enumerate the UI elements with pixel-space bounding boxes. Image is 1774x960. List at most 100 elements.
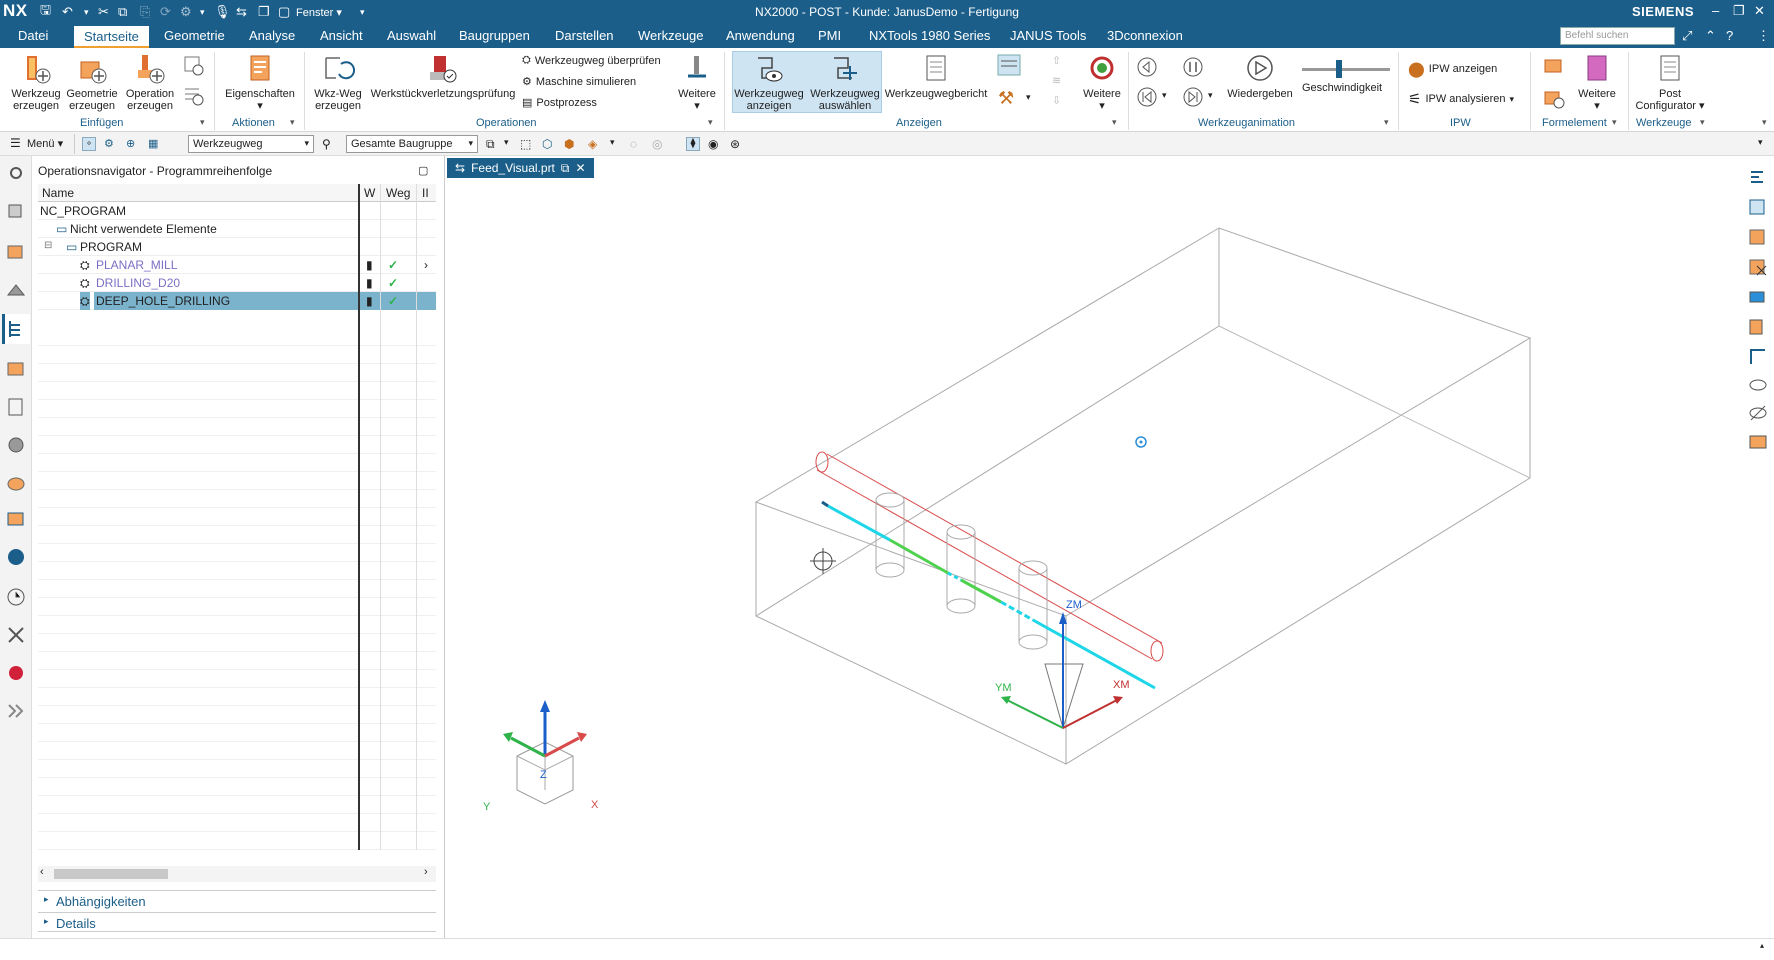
- werkzeugweg-anzeigen-button[interactable]: Werkzeugweg anzeigen: [732, 52, 806, 112]
- group-animation-expand-icon[interactable]: ▾: [1384, 117, 1389, 128]
- go-to-start-dropdown-icon[interactable]: ▾: [1162, 90, 1167, 101]
- menu-button[interactable]: Menü ▾: [27, 137, 63, 150]
- tree-row-unused[interactable]: ▭ Nicht verwendete Elemente: [38, 220, 436, 238]
- tab-baugruppen[interactable]: Baugruppen: [459, 28, 530, 43]
- werkstueckverletzung-button[interactable]: Werkstückverletzungsprüfung: [368, 52, 518, 100]
- ipw-anzeigen-button[interactable]: ⬤ IPW anzeigen: [1408, 60, 1497, 78]
- assembly-navigator-icon[interactable]: [5, 240, 27, 262]
- measure-icon[interactable]: [1747, 286, 1769, 308]
- status-bar-expand-icon[interactable]: ▴: [1760, 941, 1764, 950]
- column-weg[interactable]: Weg: [386, 186, 410, 200]
- step-back-icon[interactable]: [1136, 56, 1158, 78]
- select-all-icon[interactable]: ⬚: [520, 137, 534, 151]
- group-formelement-expand-icon[interactable]: ▾: [1612, 117, 1617, 128]
- delete-part-icon[interactable]: [1747, 256, 1769, 278]
- tab-analyse[interactable]: Analyse: [249, 28, 295, 43]
- scrollbar-thumb[interactable]: [54, 869, 168, 879]
- history-icon[interactable]: [5, 508, 27, 530]
- collapse-toggle-icon[interactable]: ⊟: [44, 238, 52, 256]
- group-aktionen-expand-icon[interactable]: ▾: [290, 117, 295, 128]
- tree-row-planar-mill[interactable]: ⛭ PLANAR_MILL ▮ ✓ ›: [38, 256, 436, 274]
- go-to-end-dropdown-icon[interactable]: ▾: [1208, 90, 1213, 101]
- pick-point-icon[interactable]: ◎: [652, 137, 666, 151]
- render-icon[interactable]: [1747, 430, 1769, 452]
- constraint-navigator-icon[interactable]: [5, 280, 27, 302]
- minimize-icon[interactable]: –: [1712, 3, 1719, 18]
- go-to-end-icon[interactable]: [1182, 86, 1204, 108]
- stack-icon[interactable]: ≋: [1052, 74, 1061, 87]
- column-name[interactable]: Name: [42, 186, 74, 200]
- method-view-icon[interactable]: ▦: [148, 137, 162, 151]
- snap-icon[interactable]: ◌: [630, 137, 644, 151]
- group-anzeigen-expand-icon[interactable]: ▾: [1112, 117, 1117, 128]
- group-werkzeuge-expand-icon[interactable]: ▾: [1700, 117, 1705, 128]
- part-icon[interactable]: [1747, 226, 1769, 248]
- restore-icon[interactable]: ❐: [1733, 3, 1745, 19]
- hide-icon[interactable]: [1747, 402, 1769, 424]
- speed-slider[interactable]: [1302, 68, 1390, 71]
- face-select-dropdown-icon[interactable]: ▾: [610, 137, 624, 151]
- roles-icon[interactable]: [5, 662, 27, 684]
- column-extra[interactable]: II: [422, 186, 434, 200]
- tab-werkzeuge[interactable]: Werkzeuge: [638, 28, 704, 43]
- snap-settings-icon[interactable]: ⊛: [730, 137, 744, 151]
- tab-nxtools[interactable]: NXTools 1980 Series: [869, 28, 990, 43]
- tab-auswahl[interactable]: Auswahl: [387, 28, 436, 43]
- globe-icon[interactable]: [5, 546, 27, 568]
- selection-filter-icon[interactable]: ⧉: [486, 137, 500, 151]
- tab-janus-tools[interactable]: JANUS Tools: [1010, 28, 1086, 43]
- ribbon-options-icon[interactable]: ▾: [1762, 117, 1767, 128]
- scroll-left-icon[interactable]: ‹: [40, 866, 44, 878]
- scroll-right-icon[interactable]: ›: [424, 866, 428, 878]
- tree-row-deep-hole-drilling[interactable]: ⛭ DEEP_HOLE_DRILLING ▮ ✓: [38, 292, 436, 310]
- face-select-icon[interactable]: ◈: [588, 137, 602, 151]
- tab-anwendung[interactable]: Anwendung: [726, 28, 795, 43]
- feature-select-icon[interactable]: ⬡: [542, 137, 556, 151]
- insert-small-icon-1[interactable]: [182, 54, 206, 78]
- dependencies-section[interactable]: ▸ Abhängigkeiten: [38, 890, 436, 910]
- tab-pmi[interactable]: PMI: [818, 28, 841, 43]
- maximize-panel-icon[interactable]: ▢: [418, 164, 428, 177]
- web-browser-icon[interactable]: [5, 472, 27, 494]
- view-icon[interactable]: ◉: [708, 137, 722, 151]
- werkzeugweg-auswaehlen-button[interactable]: Werkzeugweg auswählen: [808, 52, 882, 112]
- weitere-operationen-button[interactable]: Weitere ▾: [672, 52, 722, 112]
- analysis-icon[interactable]: [1747, 346, 1769, 368]
- pause-icon[interactable]: [1182, 56, 1204, 78]
- tab-startseite[interactable]: Startseite: [74, 26, 149, 48]
- tree-row-drilling-d20[interactable]: ⛭ DRILLING_D20 ▮ ✓: [38, 274, 436, 292]
- tree-row-program[interactable]: ⊟ ▭ PROGRAM: [38, 238, 436, 256]
- go-to-start-icon[interactable]: [1136, 86, 1158, 108]
- geometrie-erzeugen-button[interactable]: Geometrie erzeugen: [62, 52, 122, 112]
- selection-filter-dropdown-icon[interactable]: ▾: [504, 137, 518, 151]
- inspect-icon[interactable]: [1747, 316, 1769, 338]
- weitere-anzeigen-button[interactable]: Weitere ▾: [1080, 52, 1124, 112]
- collapse-ribbon-icon[interactable]: ⌃: [1705, 28, 1716, 44]
- type-filter-select[interactable]: Werkzeugweg ▾: [188, 135, 314, 153]
- tab-geometrie[interactable]: Geometrie: [164, 28, 225, 43]
- werkzeugwegbericht-button[interactable]: Werkzeugwegbericht: [884, 52, 988, 100]
- hamburger-icon[interactable]: ☰: [10, 136, 24, 150]
- tool-dropdown-icon[interactable]: ▾: [1026, 92, 1031, 103]
- show-hide-icon[interactable]: ⧫: [686, 137, 700, 151]
- tool-icon[interactable]: ⚒: [998, 88, 1014, 109]
- filter-icon[interactable]: ⚲: [322, 137, 336, 151]
- toolpath-list-icon[interactable]: [996, 53, 1022, 77]
- wiedergeben-button[interactable]: Wiedergeben: [1222, 52, 1298, 100]
- model-view[interactable]: ZM YM XM Z Y X: [445, 156, 1743, 940]
- visibility-icon[interactable]: [1747, 374, 1769, 396]
- group-operationen-expand-icon[interactable]: ▾: [708, 117, 713, 128]
- feature-icon-2[interactable]: [1542, 86, 1566, 110]
- more-options-icon[interactable]: ⋮: [1757, 28, 1770, 44]
- speed-slider-thumb[interactable]: [1336, 60, 1342, 78]
- post-configurator-button[interactable]: Post Configurator ▾: [1630, 52, 1710, 112]
- geometry-view-icon[interactable]: ⊕: [126, 137, 140, 151]
- body-select-icon[interactable]: ⬢: [564, 137, 578, 151]
- machine-tool-navigator-icon[interactable]: [5, 358, 27, 380]
- maschine-simulieren-button[interactable]: ⚙ Maschine simulieren: [522, 75, 636, 89]
- expand-resource-bar-icon[interactable]: [5, 700, 27, 722]
- ipw-analysieren-button[interactable]: ⚟ IPW analysieren ▾: [1408, 90, 1514, 108]
- close-icon[interactable]: ✕: [1754, 3, 1765, 19]
- clock-icon[interactable]: [5, 586, 27, 608]
- column-w[interactable]: W: [364, 186, 375, 200]
